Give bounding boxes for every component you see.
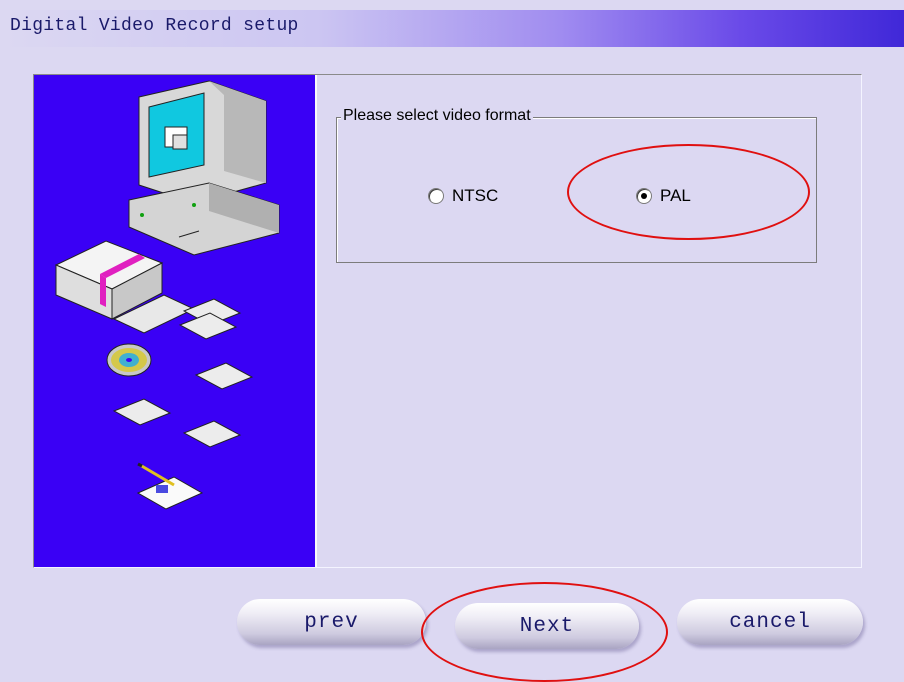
video-format-legend: Please select video format [341, 106, 533, 126]
pal-radio[interactable]: PAL [636, 186, 691, 206]
next-button[interactable]: Next [455, 603, 639, 649]
title-bar: Digital Video Record setup [0, 10, 904, 47]
computer-icon [128, 80, 280, 256]
video-format-group [336, 117, 817, 263]
setup-illustration [34, 75, 317, 567]
ntsc-radio[interactable]: NTSC [428, 186, 498, 206]
prev-button[interactable]: prev [237, 599, 426, 645]
cd-icon [106, 343, 152, 377]
paper-pencil-icon [136, 462, 204, 510]
radio-unchecked-icon[interactable] [428, 188, 444, 204]
radio-checked-icon[interactable] [636, 188, 652, 204]
pal-label: PAL [660, 186, 691, 205]
ntsc-label: NTSC [452, 186, 499, 205]
cancel-button[interactable]: cancel [677, 599, 863, 645]
software-box-icon [54, 240, 196, 334]
window-title: Digital Video Record setup [10, 16, 299, 36]
